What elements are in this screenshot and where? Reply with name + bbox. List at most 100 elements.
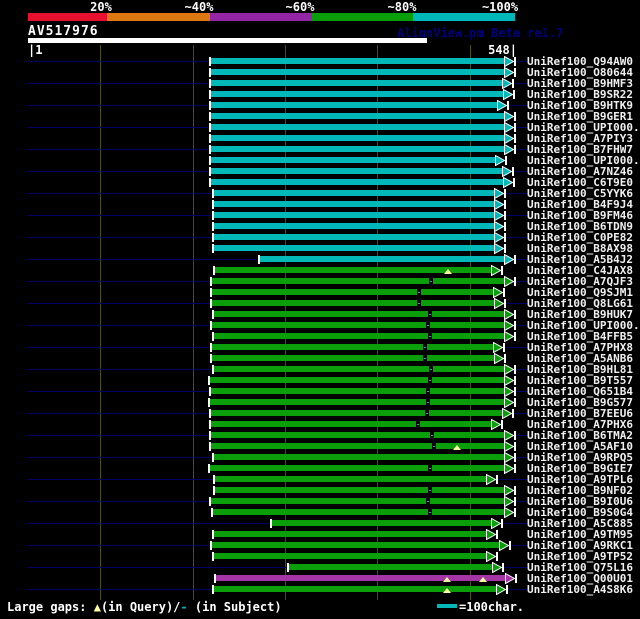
hit-bar[interactable] (212, 289, 494, 295)
hit-bar[interactable] (211, 91, 504, 97)
hit-bar[interactable] (211, 135, 505, 141)
hit-end-tick (504, 222, 506, 231)
scale-label-80: ~80% (387, 0, 417, 14)
subject-gap-dash-icon (429, 468, 431, 469)
legend-prefix: Large gaps: (7, 600, 94, 614)
hit-label[interactable]: UniRef100_A4S8K6 (527, 584, 633, 595)
hit-bar[interactable] (214, 454, 505, 460)
hit-end-tick (512, 167, 514, 176)
hit-end-tick (514, 310, 516, 319)
hit-end-tick (496, 552, 498, 561)
hit-bar[interactable] (214, 212, 495, 218)
hit-bar[interactable] (214, 234, 495, 240)
hit-bar[interactable] (214, 553, 487, 559)
query-gap-triangle-icon (443, 588, 451, 593)
hit-bar[interactable] (210, 399, 505, 405)
hit-bar[interactable] (212, 322, 505, 328)
hit-end-tick (504, 233, 506, 242)
hit-end-tick (501, 266, 503, 275)
subject-gap-dash-icon (427, 391, 429, 392)
subject-gap-dash-icon (418, 303, 420, 304)
hit-end-tick (502, 563, 504, 572)
identity-scale-segment (210, 13, 312, 21)
query-gap-triangle-icon (453, 445, 461, 450)
subject-gap-mark (423, 344, 427, 350)
hit-bar[interactable] (211, 146, 505, 152)
subject-gap-dash-icon (418, 292, 420, 293)
hit-bar[interactable] (214, 223, 495, 229)
hit-bar[interactable] (210, 465, 505, 471)
identity-scale-segment (413, 13, 515, 21)
query-id: AV517976 (28, 24, 99, 39)
hit-bar[interactable] (211, 157, 496, 163)
hit-bar[interactable] (211, 102, 498, 108)
hit-bar[interactable] (211, 69, 505, 75)
hit-bar[interactable] (214, 531, 487, 537)
large-gaps-legend: Large gaps: ▲(in Query)/- (in Subject) (7, 600, 282, 614)
hit-bar[interactable] (212, 278, 505, 284)
hit-bar[interactable] (214, 333, 505, 339)
hit-bar[interactable] (214, 201, 495, 207)
hit-bar[interactable] (211, 58, 505, 64)
hit-bar[interactable] (214, 311, 505, 317)
hit-end-tick (506, 585, 508, 594)
subject-gap-mark (428, 487, 432, 493)
hit-end-tick (514, 376, 516, 385)
hit-bar[interactable] (211, 498, 505, 504)
subject-gap-dash-icon: - (180, 600, 188, 614)
hit-bar[interactable] (272, 520, 492, 526)
hit-bar[interactable] (211, 432, 505, 438)
hit-bar[interactable] (211, 80, 503, 86)
hit-bar[interactable] (211, 124, 505, 130)
legend-subject-text: (in Subject) (187, 600, 282, 614)
hit-bar[interactable] (212, 300, 495, 306)
hit-end-tick (513, 178, 515, 187)
hit-end-tick (504, 299, 506, 308)
hit-end-tick (514, 508, 516, 517)
subject-gap-mark (432, 443, 436, 449)
hit-bar[interactable] (213, 509, 505, 515)
hit-bar[interactable] (212, 344, 494, 350)
subject-gap-mark (417, 289, 421, 295)
identity-scale-segment (107, 13, 210, 21)
hit-bar[interactable] (260, 256, 505, 262)
subject-gap-mark (428, 311, 432, 317)
subject-gap-mark (426, 322, 430, 328)
hit-bar[interactable] (211, 168, 503, 174)
subject-gap-dash-icon (427, 402, 429, 403)
hit-bar[interactable] (214, 586, 497, 592)
hit-bar[interactable] (211, 388, 505, 394)
subject-gap-dash-icon (427, 325, 429, 326)
subject-gap-mark (417, 300, 421, 306)
hit-bar[interactable] (215, 487, 505, 493)
subject-gap-dash-icon (424, 347, 426, 348)
subject-gap-dash-icon (417, 424, 419, 425)
hit-bar[interactable] (212, 542, 500, 548)
hit-bar[interactable] (214, 366, 505, 372)
hit-bar[interactable] (211, 113, 505, 119)
hit-end-tick (514, 57, 516, 66)
hit-end-tick (514, 398, 516, 407)
subject-gap-dash-icon (429, 512, 431, 513)
hit-end-tick (514, 112, 516, 121)
hit-bar[interactable] (215, 476, 487, 482)
subject-gap-mark (429, 278, 433, 284)
hit-end-tick (504, 200, 506, 209)
hit-end-tick (504, 354, 506, 363)
subject-gap-mark (429, 366, 433, 372)
hit-end-tick (514, 123, 516, 132)
scale-label-20: 20% (90, 0, 112, 14)
hit-bar[interactable] (211, 421, 492, 427)
hit-bar[interactable] (211, 410, 503, 416)
hit-bar[interactable] (289, 564, 493, 570)
hit-end-tick (504, 244, 506, 253)
hit-bar[interactable] (214, 245, 495, 251)
hit-bar[interactable] (216, 575, 506, 581)
hit-bar[interactable] (214, 190, 495, 196)
alignment-row: UniRef100_A4S8K6 (0, 584, 640, 595)
hit-bar[interactable] (210, 377, 505, 383)
query-gap-triangle-icon: ▲ (93, 600, 101, 614)
hit-bar[interactable] (212, 355, 495, 361)
scale-label-40: ~40% (184, 0, 214, 14)
hit-bar[interactable] (211, 179, 504, 185)
